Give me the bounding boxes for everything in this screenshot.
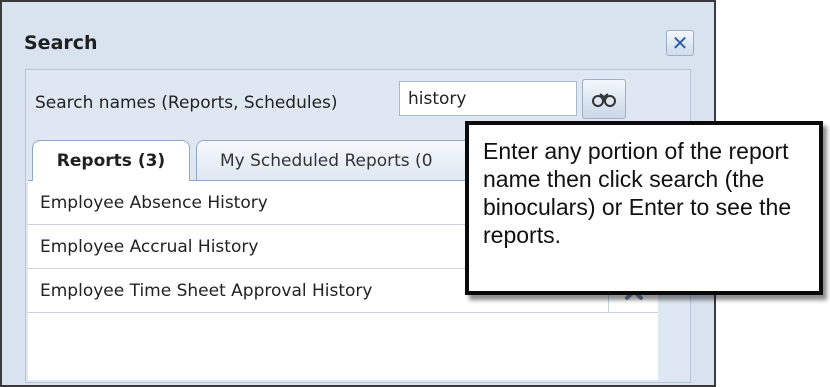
search-button[interactable] [582, 79, 626, 119]
close-icon: ✕ [671, 31, 689, 55]
report-name[interactable]: Employee Time Sheet Approval History [40, 281, 372, 301]
tab-reports[interactable]: Reports (3) [32, 140, 190, 181]
close-button[interactable]: ✕ [666, 30, 694, 56]
search-input[interactable] [399, 81, 577, 116]
tooltip-callout: Enter any portion of the report name the… [465, 121, 823, 295]
search-label: Search names (Reports, Schedules) [35, 93, 338, 113]
report-name[interactable]: Employee Absence History [40, 193, 268, 213]
binoculars-icon [592, 93, 616, 107]
dialog-title: Search [24, 32, 98, 54]
list-empty-area [28, 320, 658, 380]
report-name[interactable]: Employee Accrual History [40, 237, 258, 257]
tab-my-scheduled-reports[interactable]: My Scheduled Reports (0 [196, 140, 486, 180]
